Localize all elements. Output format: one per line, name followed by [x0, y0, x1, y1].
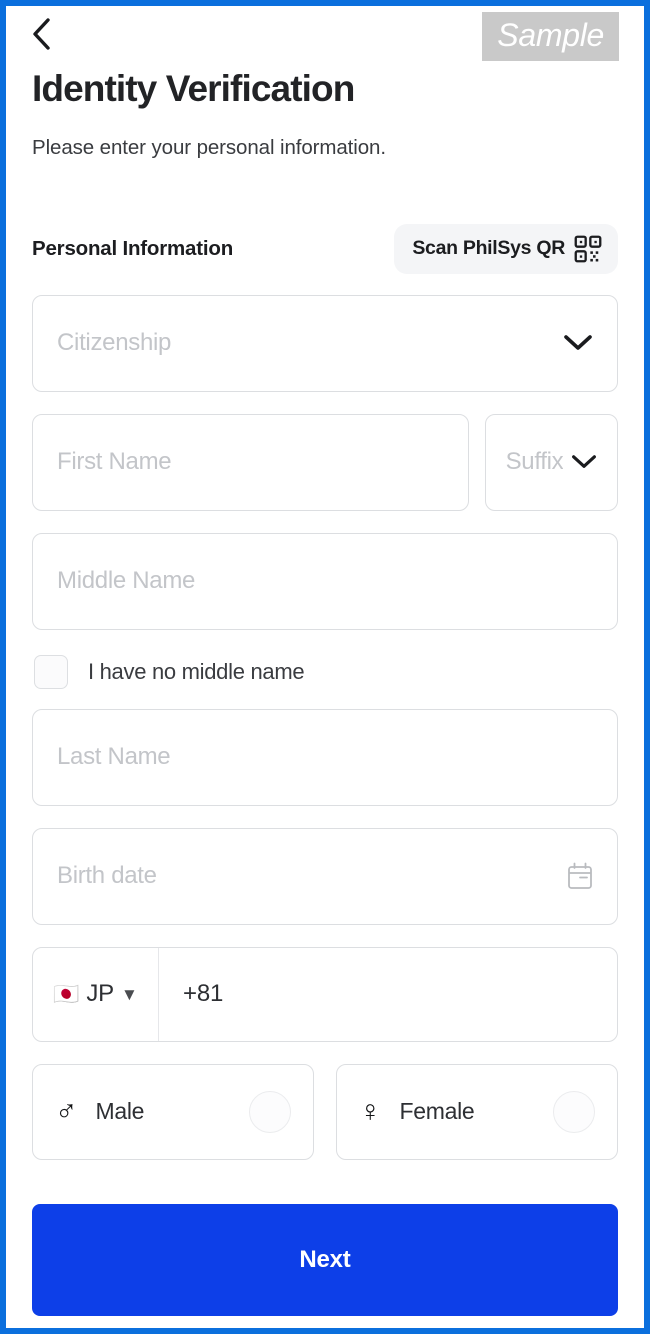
no-middle-name-checkbox[interactable] [34, 654, 68, 689]
page-header: Sample Identity Verification Please ente… [6, 6, 644, 160]
citizenship-select[interactable]: Citizenship [32, 294, 618, 392]
calendar-icon [568, 862, 592, 889]
chevron-left-icon [33, 18, 50, 50]
personal-information-section-header: Personal Information Scan PhilSys QR [32, 223, 618, 274]
birth-date-input[interactable]: Birth date [32, 827, 618, 925]
name-suffix-row: First Name Suffix [32, 413, 618, 511]
male-symbol-icon: ♂ [55, 1094, 78, 1128]
first-name-input[interactable]: First Name [32, 413, 469, 511]
female-label: Female [399, 1098, 475, 1125]
page-subtitle: Please enter your personal information. [32, 135, 386, 159]
identity-verification-screen: Sample Identity Verification Please ente… [0, 0, 650, 1334]
middle-name-placeholder: Middle Name [57, 567, 196, 595]
personal-information-form: Citizenship First Name Suffix Middle Nam… [6, 294, 644, 1160]
section-title: Personal Information [32, 236, 234, 260]
citizenship-placeholder: Citizenship [57, 329, 172, 357]
phone-number-field: 🇯🇵 JP ▼ +81 [32, 946, 618, 1042]
back-button[interactable] [30, 17, 60, 51]
header-top-row: Sample [30, 6, 619, 62]
birth-date-placeholder: Birth date [57, 862, 157, 890]
suffix-select[interactable]: Suffix [485, 413, 618, 511]
gender-option-male[interactable]: ♂ Male [32, 1063, 314, 1160]
no-middle-name-label: I have no middle name [88, 658, 305, 684]
middle-name-input[interactable]: Middle Name [32, 532, 618, 630]
qr-code-icon [574, 235, 602, 262]
suffix-placeholder: Suffix [505, 448, 564, 476]
scan-philsys-qr-button[interactable]: Scan PhilSys QR [394, 223, 618, 274]
male-label: Male [95, 1098, 145, 1125]
male-radio[interactable] [249, 1090, 291, 1133]
gender-selection-row: ♂ Male ♀ Female [32, 1063, 618, 1160]
country-code-label: JP [86, 980, 114, 1008]
caret-down-icon: ▼ [120, 985, 138, 1005]
next-button[interactable]: Next [32, 1203, 618, 1316]
scan-philsys-qr-label: Scan PhilSys QR [412, 237, 565, 260]
no-middle-name-checkbox-row[interactable]: I have no middle name [34, 654, 618, 689]
last-name-input[interactable]: Last Name [32, 708, 618, 806]
dial-code-prefix: +81 [183, 980, 224, 1008]
page-title: Identity Verification [32, 68, 355, 109]
sample-watermark: Sample [482, 12, 619, 61]
japan-flag-icon: 🇯🇵 [53, 982, 80, 1006]
female-symbol-icon: ♀ [359, 1094, 382, 1128]
female-radio[interactable] [553, 1090, 595, 1133]
first-name-placeholder: First Name [57, 448, 172, 476]
chevron-down-icon [572, 455, 597, 468]
country-code-selector[interactable]: 🇯🇵 JP ▼ [33, 947, 159, 1041]
chevron-down-icon [564, 335, 592, 350]
last-name-placeholder: Last Name [57, 743, 171, 771]
gender-option-female[interactable]: ♀ Female [336, 1063, 618, 1160]
phone-number-input[interactable]: +81 [159, 948, 617, 1041]
